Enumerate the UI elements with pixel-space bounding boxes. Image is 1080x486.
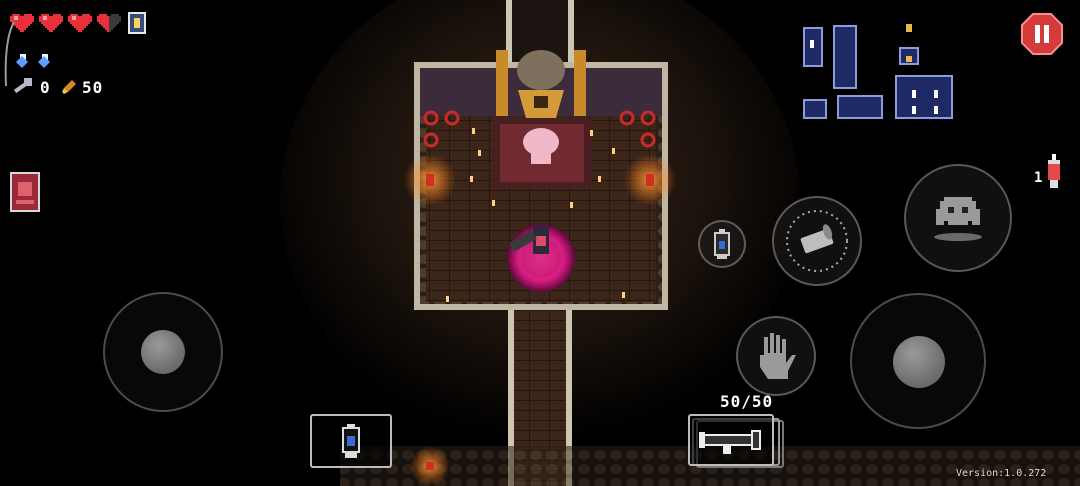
passive-item-book-icon[interactable] xyxy=(10,172,40,212)
shell-currency-icon xyxy=(62,80,76,94)
lantern-icon xyxy=(342,424,360,458)
lantern-icon xyxy=(714,229,730,259)
weapon-slot[interactable] xyxy=(688,414,774,466)
dodge-roll-button[interactable] xyxy=(904,164,1012,272)
minimap[interactable] xyxy=(800,20,960,124)
heart-half-icon xyxy=(97,14,121,32)
shells-count: 50 xyxy=(82,78,104,97)
key-icon xyxy=(13,78,32,94)
aim-joystick[interactable] xyxy=(850,293,986,429)
move-joystick-knob[interactable] xyxy=(141,330,185,374)
keys-count: 0 xyxy=(40,78,51,97)
reload-button[interactable] xyxy=(772,196,862,286)
lighter-icon[interactable] xyxy=(1046,154,1062,188)
blank-icon xyxy=(38,54,50,68)
pause-icon xyxy=(1035,25,1040,43)
move-joystick[interactable] xyxy=(103,292,223,412)
aim-joystick-knob[interactable] xyxy=(893,336,945,388)
interact-button[interactable] xyxy=(736,316,816,396)
armor-icon xyxy=(128,12,146,34)
active-item-slot[interactable] xyxy=(310,414,392,468)
hand-icon xyxy=(760,333,796,379)
ammo-counter: 50/50 xyxy=(720,392,774,411)
heart-full-icon xyxy=(68,14,92,32)
consumable-count: 1 xyxy=(1034,170,1044,186)
bullet-spin-icon xyxy=(786,210,848,272)
ghost-icon xyxy=(934,197,982,241)
rocket-launcher-icon xyxy=(699,430,761,454)
heart-full-icon xyxy=(39,14,63,32)
blank-icon xyxy=(16,54,28,68)
active-item-quick-button[interactable] xyxy=(698,220,746,268)
version-label: Version:1.0.272 xyxy=(956,468,1047,479)
pause-button[interactable] xyxy=(1021,13,1063,55)
hearts-bar xyxy=(10,12,130,34)
